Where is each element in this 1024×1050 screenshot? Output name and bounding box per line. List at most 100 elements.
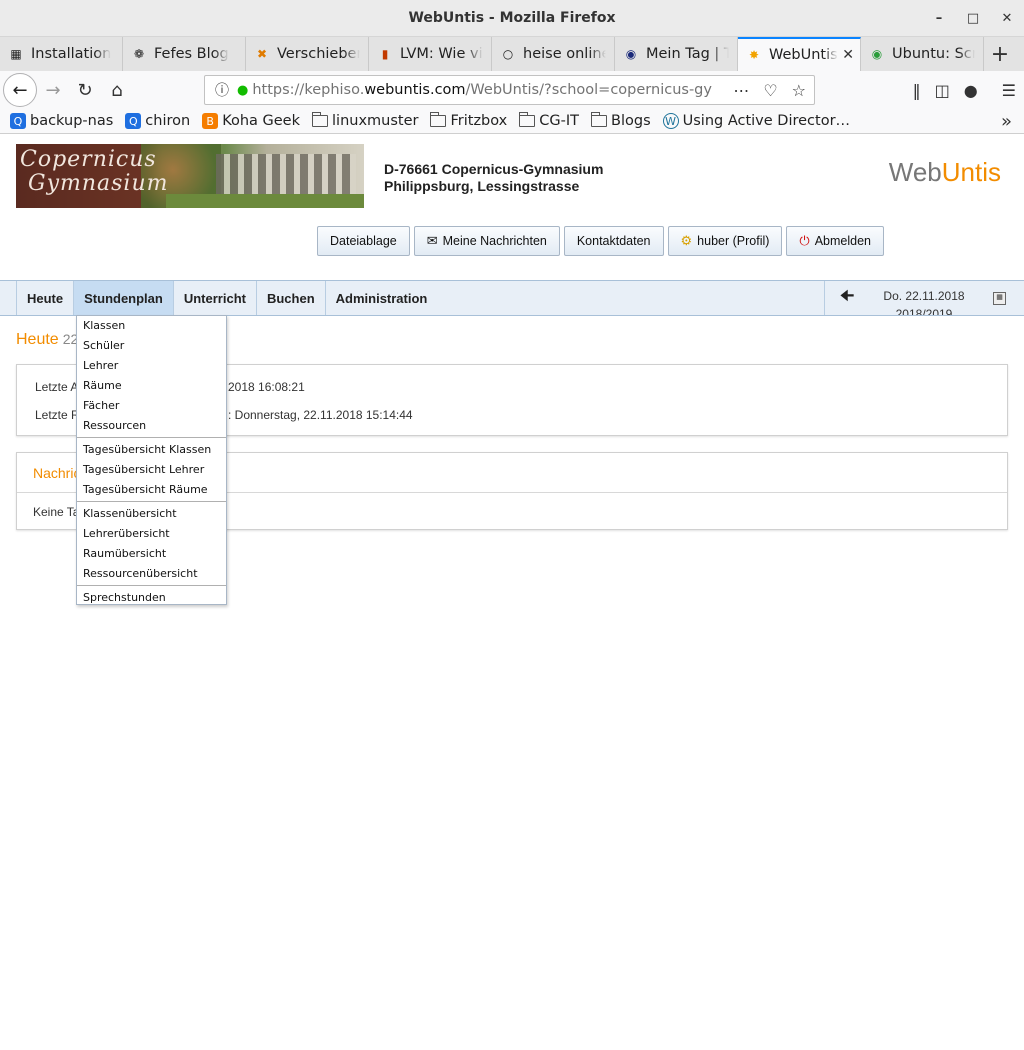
- tab-heise[interactable]: ○ heise online: [492, 37, 615, 71]
- extension-icon[interactable]: ●: [964, 81, 978, 100]
- tab-fefes-blog[interactable]: ❁ Fefes Blog: [123, 37, 246, 71]
- minimize-icon[interactable]: –: [922, 0, 956, 37]
- webuntis-logo: WebUntis: [888, 157, 1001, 187]
- close-tab-icon[interactable]: ✕: [842, 47, 854, 63]
- kontaktdaten-button[interactable]: Kontaktdaten: [563, 226, 664, 256]
- dd-tages-lehrer[interactable]: Tagesübersicht Lehrer: [77, 460, 226, 480]
- webuntis-page: Copernicus Gymnasium D-76661 Copernicus-…: [0, 135, 1024, 1050]
- school-name: D-76661 Copernicus-Gymnasium Philippsbur…: [384, 161, 604, 194]
- last-r-label: Letzte R: [35, 408, 80, 422]
- current-date[interactable]: Do. 22.11.2018 2018/2019: [869, 281, 979, 315]
- folder-icon: [429, 112, 447, 127]
- bookmarks-bar: Qbackup-nas Qchiron B Koha Geek linuxmust…: [0, 109, 1024, 134]
- tab-webuntis[interactable]: ✸ WebUntis ✕: [738, 37, 861, 71]
- dd-tages-raeume[interactable]: Tagesübersicht Räume: [77, 480, 226, 500]
- top-buttons: Dateiablage ✉ Meine Nachrichten Kontaktda…: [317, 226, 885, 256]
- school-logo-image: Copernicus Gymnasium: [16, 144, 364, 208]
- tab-lvm[interactable]: ▮ LVM: Wie vi: [369, 37, 492, 71]
- dd-ressourcenuebersicht[interactable]: Ressourcenübersicht: [77, 564, 226, 584]
- dd-ressourcen[interactable]: Ressourcen: [77, 416, 226, 436]
- home-icon[interactable]: ⌂: [101, 74, 133, 106]
- menu-stundenplan[interactable]: Stundenplan: [73, 281, 173, 315]
- dd-klassenuebersicht[interactable]: Klassenübersicht: [77, 504, 226, 524]
- dd-schueler[interactable]: Schüler: [77, 336, 226, 356]
- bookmark-active-directory[interactable]: W Using Active Director…: [662, 113, 850, 129]
- main-menu: Heute Stundenplan Unterricht Buchen Admi…: [0, 280, 1024, 316]
- window-titlebar: WebUntis - Mozilla Firefox – □ ✕: [0, 0, 1024, 37]
- bookmark-backup-nas[interactable]: Qbackup-nas: [10, 113, 113, 129]
- fefe-icon: ❁: [133, 47, 145, 61]
- book-icon: ▦: [10, 47, 22, 61]
- more-bookmarks-icon[interactable]: »: [1001, 111, 1012, 132]
- date-selector: 🠈 Do. 22.11.2018 2018/2019 ▦: [824, 281, 1024, 315]
- url-text[interactable]: https://kephiso.webuntis.com/WebUntis/?s…: [252, 82, 712, 98]
- bookmark-cg-it[interactable]: CG-IT: [518, 112, 579, 129]
- envelope-icon: ✉: [426, 233, 438, 248]
- x-icon: ✖: [256, 47, 268, 61]
- new-tab-icon[interactable]: +: [984, 37, 1016, 71]
- dd-lehrer[interactable]: Lehrer: [77, 356, 226, 376]
- last-login-value: 2018 16:08:21: [228, 380, 305, 394]
- dd-sprechstunden[interactable]: Sprechstunden: [77, 588, 226, 608]
- bookmark-koha-geek[interactable]: B Koha Geek: [202, 113, 300, 129]
- dd-raumuebersicht[interactable]: Raumübersicht: [77, 544, 226, 564]
- folder-icon: [518, 112, 536, 127]
- g-icon: ◉: [871, 47, 883, 61]
- reload-icon[interactable]: ↻: [69, 74, 101, 106]
- abmelden-button[interactable]: ⏻ Abmelden: [786, 226, 885, 256]
- maximize-icon[interactable]: □: [956, 0, 990, 37]
- url-bar[interactable]: ⓘ ● https://kephiso.webuntis.com/WebUnti…: [204, 75, 815, 105]
- back-icon[interactable]: ←: [3, 73, 37, 107]
- forward-icon[interactable]: →: [37, 74, 69, 106]
- dd-klassen[interactable]: Klassen: [77, 316, 226, 336]
- pocket-icon[interactable]: ♡: [763, 81, 777, 100]
- window-controls: – □ ✕: [922, 0, 1024, 37]
- tab-verschieben[interactable]: ✖ Verschieben: [246, 37, 369, 71]
- page-actions-icon[interactable]: ⋯: [733, 81, 749, 100]
- lock-icon: ●: [237, 82, 249, 98]
- dd-tages-klassen[interactable]: Tagesübersicht Klassen: [77, 440, 226, 460]
- arrow-left-icon[interactable]: 🠈: [825, 285, 869, 312]
- gear-icon: ⚙: [680, 233, 693, 248]
- dd-raeume[interactable]: Räume: [77, 376, 226, 396]
- webuntis-icon: ✸: [748, 48, 760, 62]
- calendar-icon[interactable]: ▦: [993, 291, 1006, 305]
- page-title: Heute 22: [16, 331, 79, 348]
- wordpress-icon: W: [662, 113, 679, 129]
- folder-icon: [311, 112, 329, 127]
- stundenplan-dropdown: Klassen Schüler Lehrer Räume Fächer Ress…: [76, 315, 227, 605]
- menu-heute[interactable]: Heute: [16, 281, 73, 315]
- site-icon: Q: [10, 113, 26, 129]
- bookmark-linuxmuster[interactable]: linuxmuster: [311, 112, 418, 129]
- nachrichten-button[interactable]: ✉ Meine Nachrichten: [413, 226, 560, 256]
- last-r-value: : Donnerstag, 22.11.2018 15:14:44: [228, 408, 413, 422]
- site-icon: Q: [125, 113, 142, 129]
- bookmark-icon: ▮: [381, 47, 389, 61]
- profil-button[interactable]: ⚙ huber (Profil): [667, 226, 783, 256]
- info-icon[interactable]: ⓘ: [215, 80, 229, 100]
- menu-buchen[interactable]: Buchen: [255, 281, 325, 315]
- close-window-icon[interactable]: ✕: [990, 0, 1024, 37]
- last-login-label: Letzte A: [35, 380, 79, 394]
- sidebar-icon[interactable]: ◫: [935, 81, 950, 100]
- menu-administration[interactable]: Administration: [324, 281, 438, 315]
- tab-strip: ▦ Installation ❁ Fefes Blog ✖ Verschieben ▮…: [0, 37, 1024, 71]
- bookmark-blogs[interactable]: Blogs: [590, 112, 651, 129]
- dateiablage-button[interactable]: Dateiablage: [317, 226, 410, 256]
- power-icon: ⏻: [799, 233, 810, 248]
- window-title: WebUntis - Mozilla Firefox: [408, 10, 616, 26]
- dd-lehreruebersicht[interactable]: Lehrerübersicht: [77, 524, 226, 544]
- bookmark-star-icon[interactable]: ☆: [792, 81, 806, 100]
- library-icon[interactable]: ‖: [913, 81, 921, 100]
- tab-mein-tag[interactable]: ◉Mein Tag | Ta: [615, 37, 738, 71]
- tab-installation[interactable]: ▦ Installation: [0, 37, 123, 71]
- menu-unterricht[interactable]: Unterricht: [172, 281, 256, 315]
- navigation-bar: ← → ↻ ⌂ ⓘ ● https://kephiso.webuntis.com…: [0, 71, 1024, 109]
- bookmark-fritzbox[interactable]: Fritzbox: [429, 112, 507, 129]
- hamburger-menu-icon[interactable]: ☰: [1002, 81, 1016, 100]
- folder-icon: [590, 112, 608, 127]
- dd-faecher[interactable]: Fächer: [77, 396, 226, 416]
- tab-ubuntu[interactable]: ◉Ubuntu: Scre: [861, 37, 984, 71]
- w-icon: ◉: [625, 47, 637, 61]
- bookmark-chiron[interactable]: Qchiron: [125, 113, 190, 129]
